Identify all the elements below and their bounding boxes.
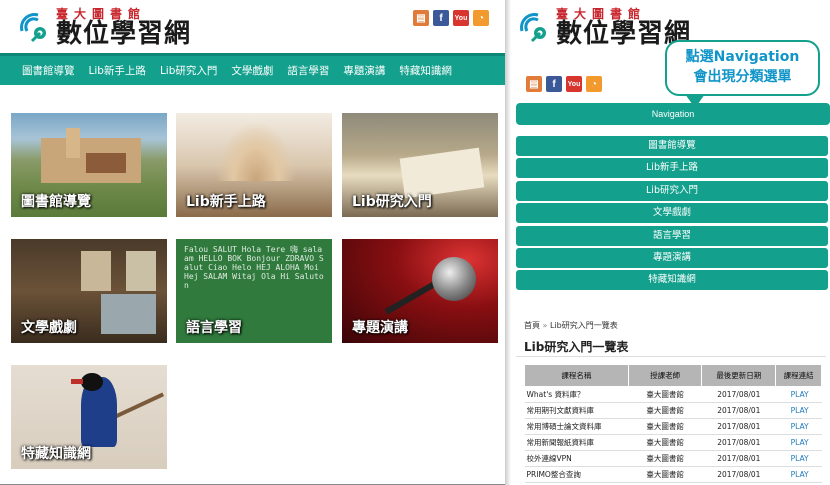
- menu-item-lectures[interactable]: 專題演講: [516, 247, 828, 268]
- updated-date: 2017/08/01: [701, 386, 776, 403]
- course-name: What's 資料庫？: [524, 386, 629, 403]
- tile-label: Lib研究入門: [352, 194, 432, 210]
- play-link[interactable]: PLAY: [775, 466, 822, 483]
- book-icon[interactable]: ▤: [413, 10, 429, 26]
- tile-label: 特藏知識網: [21, 446, 91, 462]
- tile-label: Lib新手上路: [186, 194, 266, 210]
- course-name: PRIMO整合查詢: [524, 466, 629, 483]
- course-table: 課程名稱 授課老師 最後更新日期 課程連結 What's 資料庫？ 臺大圖書館 …: [524, 364, 822, 483]
- callout-tail: [685, 94, 705, 108]
- instructor: 臺大圖書館: [628, 434, 702, 451]
- instructor: 臺大圖書館: [628, 450, 702, 467]
- tile-label: 圖書館導覽: [21, 194, 91, 210]
- tile-label: 文學戲劇: [21, 320, 77, 336]
- breadcrumb: 首頁 » Lib研究入門一覽表: [524, 320, 618, 331]
- desktop-view: 臺大圖書館 數位學習網 ▤ f You ◔ 圖書館導覽 Lib新手上路 Lib研…: [0, 0, 511, 485]
- youtube-icon[interactable]: You: [566, 76, 582, 92]
- tile-library-tour[interactable]: 圖書館導覽: [11, 113, 167, 217]
- tile-lectures[interactable]: 專題演講: [342, 239, 498, 343]
- nav-item-lib-research[interactable]: Lib研究入門: [160, 63, 217, 78]
- instructor: 臺大圖書館: [628, 466, 702, 483]
- table-header-row: 課程名稱 授課老師 最後更新日期 課程連結: [524, 364, 822, 387]
- social-icons: ▤ f You ◔: [413, 10, 489, 26]
- table-row: 常用新聞報紙資料庫 臺大圖書館 2017/08/01 PLAY: [524, 434, 822, 451]
- logo-mark-icon: [518, 11, 552, 45]
- tile-label: 語言學習: [186, 320, 242, 336]
- facebook-icon[interactable]: f: [546, 76, 562, 92]
- menu-item-lib-research[interactable]: Lib研究入門: [516, 180, 828, 201]
- nav-item-lectures[interactable]: 專題演講: [343, 63, 385, 78]
- mobile-nav-menu: 圖書館導覽 Lib新手上路 Lib研究入門 文學戲劇 語言學習 專題演講 特藏知…: [516, 136, 828, 293]
- tile-label: 專題演講: [352, 320, 408, 336]
- nav-item-special-collections[interactable]: 特藏知識網: [399, 63, 452, 78]
- tile-language-learning[interactable]: Falou SALUT Hola Tere 嗨 salaam HELLO BOK…: [176, 239, 332, 343]
- instructor: 臺大圖書館: [628, 386, 702, 403]
- table-row: 常用期刊文獻資料庫 臺大圖書館 2017/08/01 PLAY: [524, 402, 822, 419]
- menu-item-library-tour[interactable]: 圖書館導覽: [516, 136, 828, 156]
- main-navbar: 圖書館導覽 Lib新手上路 Lib研究入門 文學戲劇 語言學習 專題演講 特藏知…: [0, 53, 505, 85]
- updated-date: 2017/08/01: [701, 466, 776, 483]
- nav-item-language-learning[interactable]: 語言學習: [287, 63, 329, 78]
- logo-bottom-text: 數位學習網: [56, 19, 192, 49]
- col-instructor: 授課老師: [627, 364, 703, 387]
- course-name: 常用新聞報紙資料庫: [524, 434, 629, 451]
- course-name: 校外連線VPN: [524, 450, 629, 467]
- navigation-hint-callout: 點選Navigation 會出現分類選單: [665, 40, 820, 108]
- facebook-icon[interactable]: f: [433, 10, 449, 26]
- nav-item-literature-drama[interactable]: 文學戲劇: [231, 63, 273, 78]
- course-name: 常用博碩士論文資料庫: [524, 418, 629, 435]
- language-word-cloud: Falou SALUT Hola Tere 嗨 salaam HELLO BOK…: [184, 245, 324, 290]
- updated-date: 2017/08/01: [701, 434, 776, 451]
- instructor: 臺大圖書館: [628, 418, 702, 435]
- breadcrumb-home[interactable]: 首頁: [524, 321, 540, 330]
- table-row: 校外連線VPN 臺大圖書館 2017/08/01 PLAY: [524, 450, 822, 467]
- col-link: 課程連結: [775, 364, 822, 387]
- play-link[interactable]: PLAY: [775, 402, 822, 419]
- col-updated: 最後更新日期: [701, 364, 777, 387]
- play-link[interactable]: PLAY: [775, 434, 822, 451]
- tile-lib-research[interactable]: Lib研究入門: [342, 113, 498, 217]
- breadcrumb-current: Lib研究入門一覽表: [550, 321, 618, 330]
- updated-date: 2017/08/01: [701, 418, 776, 435]
- tile-special-collections[interactable]: 特藏知識網: [11, 365, 167, 469]
- nav-item-lib-newbie[interactable]: Lib新手上路: [89, 63, 146, 78]
- menu-item-special-collections[interactable]: 特藏知識網: [516, 270, 828, 291]
- updated-date: 2017/08/01: [701, 402, 776, 419]
- tile-lib-newbie[interactable]: Lib新手上路: [176, 113, 332, 217]
- table-row: What's 資料庫？ 臺大圖書館 2017/08/01 PLAY: [524, 386, 822, 403]
- page-title: Lib研究入門一覽表: [524, 340, 629, 354]
- menu-item-language-learning[interactable]: 語言學習: [516, 225, 828, 246]
- rss-icon[interactable]: ◔: [473, 10, 489, 26]
- youtube-icon[interactable]: You: [453, 10, 469, 26]
- updated-date: 2017/08/01: [701, 450, 776, 467]
- breadcrumb-separator: »: [542, 321, 548, 330]
- logo-mark-icon: [18, 11, 52, 45]
- title-divider: [516, 356, 826, 357]
- col-course-name: 課程名稱: [524, 364, 629, 387]
- site-logo[interactable]: 臺大圖書館 數位學習網: [18, 8, 191, 47]
- play-link[interactable]: PLAY: [775, 386, 822, 403]
- callout-line-1: 點選Navigation: [685, 49, 800, 65]
- instructor: 臺大圖書館: [628, 402, 702, 419]
- play-link[interactable]: PLAY: [775, 418, 822, 435]
- table-row: PRIMO整合查詢 臺大圖書館 2017/08/01 PLAY: [524, 466, 822, 483]
- table-row: 常用博碩士論文資料庫 臺大圖書館 2017/08/01 PLAY: [524, 418, 822, 435]
- nav-item-library-tour[interactable]: 圖書館導覽: [22, 63, 75, 78]
- menu-item-lib-newbie[interactable]: Lib新手上路: [516, 158, 828, 179]
- site-logo[interactable]: 臺大圖書館 數位學習網: [518, 8, 691, 47]
- tile-literature-drama[interactable]: 文學戲劇: [11, 239, 167, 343]
- play-link[interactable]: PLAY: [775, 450, 822, 467]
- microphone-icon: [432, 257, 476, 301]
- course-name: 常用期刊文獻資料庫: [524, 402, 629, 419]
- menu-item-literature-drama[interactable]: 文學戲劇: [516, 203, 828, 224]
- social-icons: ▤ f You ◔: [526, 76, 602, 92]
- navigation-toggle-button[interactable]: Navigation: [516, 103, 830, 125]
- rss-icon[interactable]: ◔: [586, 76, 602, 92]
- callout-line-2: 會出現分類選單: [693, 69, 792, 85]
- book-icon[interactable]: ▤: [526, 76, 542, 92]
